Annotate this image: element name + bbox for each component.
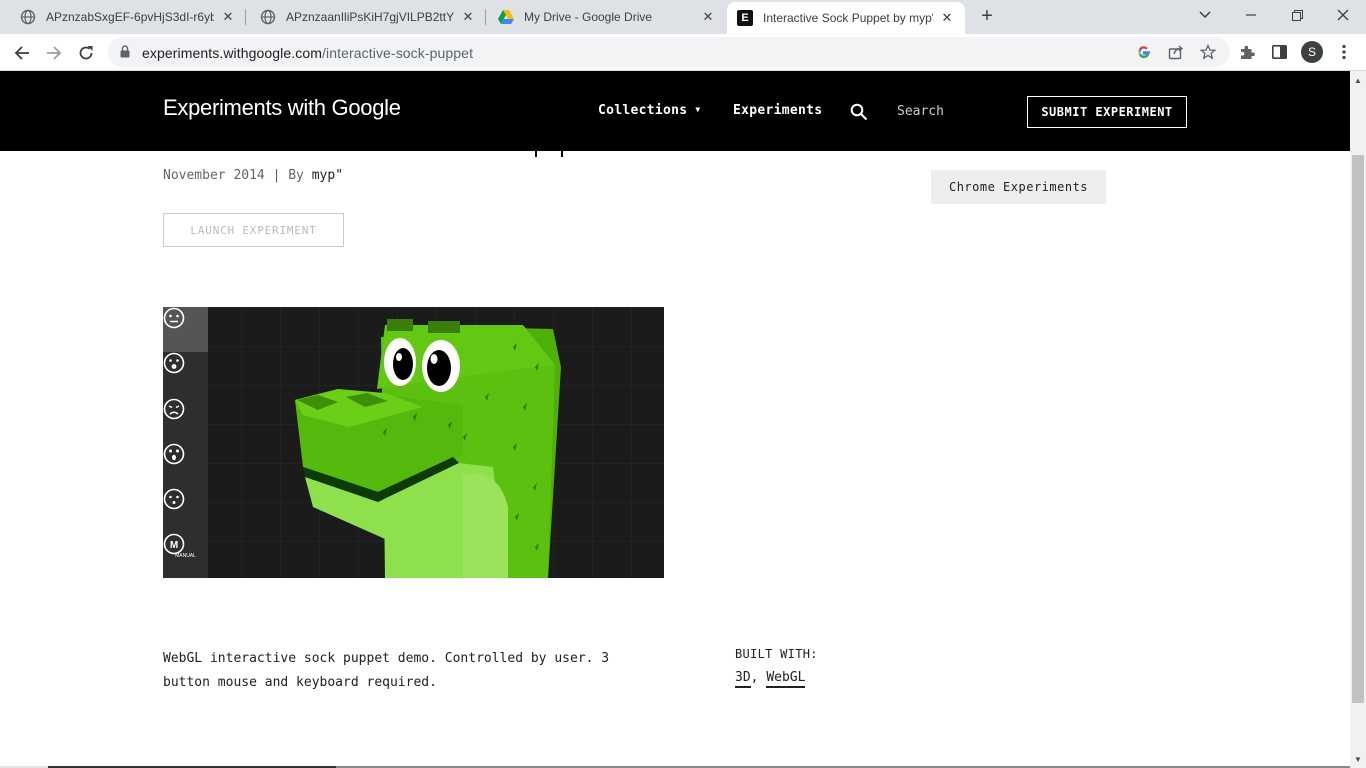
article-meta: November 2014 | By myp" <box>163 168 344 183</box>
page-viewport: Experiments with Google Collections ▼ Exp… <box>0 71 1350 768</box>
experiments-e-icon: E <box>737 10 753 26</box>
nav-collections[interactable]: Collections ▼ <box>598 103 701 118</box>
tab-title: Interactive Sock Puppet by myp" <box>763 11 933 25</box>
built-with-label: BUILT WITH: <box>735 647 818 661</box>
manual-mode-icon[interactable]: M MANUAL <box>163 533 208 578</box>
tab-strip: APznzabSxgEF-6pvHjS3dI-r6ybw7 ✕ APznzaan… <box>0 0 1366 34</box>
back-arrow-icon[interactable] <box>8 39 36 67</box>
tab-close-icon[interactable]: ✕ <box>460 9 476 25</box>
restore-icon[interactable] <box>1274 0 1320 30</box>
submit-experiment-button[interactable]: SUBMIT EXPERIMENT <box>1027 96 1187 128</box>
address-bar[interactable]: experiments.withgoogle.com/interactive-s… <box>108 37 1230 67</box>
site-header: Experiments with Google Collections ▼ Exp… <box>0 71 1350 151</box>
experiment-description: WebGL interactive sock puppet demo. Cont… <box>163 651 610 690</box>
browser-tab[interactable]: My Drive - Google Drive ✕ <box>486 0 726 34</box>
new-tab-button[interactable]: + <box>976 5 998 27</box>
expression-toolbar: M MANUAL <box>163 307 208 578</box>
lock-icon[interactable] <box>120 45 130 63</box>
bookmark-star-icon[interactable] <box>1200 44 1216 60</box>
google-g-icon[interactable] <box>1136 44 1152 60</box>
url-text: experiments.withgoogle.com/interactive-s… <box>142 45 474 61</box>
tag-link-webgl[interactable]: WebGL <box>766 670 806 688</box>
neutral-face-icon[interactable] <box>163 307 208 352</box>
sock-puppet-illustration <box>163 307 664 578</box>
google-drive-icon <box>498 9 514 25</box>
shocked-face-icon[interactable] <box>163 443 208 488</box>
sad-face-icon[interactable] <box>163 398 208 443</box>
site-logo[interactable]: Experiments with Google <box>163 95 401 121</box>
minimize-icon[interactable] <box>1228 0 1274 30</box>
tab-close-icon[interactable]: ✕ <box>220 9 236 25</box>
extensions-puzzle-icon[interactable] <box>1238 43 1256 61</box>
tab-title: APznzabSxgEF-6pvHjS3dI-r6ybw7 <box>46 10 214 24</box>
search-input[interactable]: Search <box>897 104 944 119</box>
svg-text:M: M <box>170 540 178 551</box>
experiment-preview-image[interactable]: M MANUAL <box>163 307 664 578</box>
clipped-title-fragment <box>535 151 565 157</box>
tab-search-chevron-icon[interactable] <box>1182 0 1228 30</box>
tag-link-3d[interactable]: 3D <box>735 670 751 688</box>
browser-tab[interactable]: APznzabSxgEF-6pvHjS3dI-r6ybw7 ✕ <box>0 0 246 34</box>
globe-icon <box>20 9 36 25</box>
browser-toolbar: experiments.withgoogle.com/interactive-s… <box>0 34 1366 71</box>
share-icon[interactable] <box>1168 44 1184 60</box>
caret-down-icon: ▼ <box>695 105 701 114</box>
tab-title: APznzaanIliPsKiH7gjVILPB2ttYwd <box>286 10 454 24</box>
more-menu-icon[interactable] <box>1335 43 1353 61</box>
forward-arrow-icon[interactable] <box>40 39 68 67</box>
tab-close-icon[interactable]: ✕ <box>700 9 716 25</box>
whistle-face-icon[interactable] <box>163 488 208 533</box>
scroll-down-arrow-icon[interactable]: ▼ <box>1350 752 1366 766</box>
side-panel-icon[interactable] <box>1270 43 1288 61</box>
tab-close-icon[interactable]: ✕ <box>939 10 955 26</box>
publish-date: November 2014 <box>163 168 265 183</box>
globe-icon <box>260 9 276 25</box>
profile-avatar[interactable]: S <box>1301 41 1323 63</box>
launch-experiment-button[interactable]: LAUNCH EXPERIMENT <box>163 213 344 247</box>
scroll-up-arrow-icon[interactable]: ▲ <box>1350 73 1366 87</box>
browser-tab-active[interactable]: E Interactive Sock Puppet by myp" ✕ <box>727 2 965 34</box>
reload-icon[interactable] <box>72 39 100 67</box>
surprised-face-icon[interactable] <box>163 352 208 397</box>
scrollbar-thumb[interactable] <box>1352 155 1364 703</box>
close-window-icon[interactable] <box>1320 0 1366 30</box>
author-link[interactable]: myp" <box>312 168 343 183</box>
built-with-links: 3D, WebGL <box>735 670 806 688</box>
browser-tab[interactable]: APznzaanIliPsKiH7gjVILPB2ttYwd ✕ <box>246 0 486 34</box>
search-icon[interactable] <box>850 103 868 121</box>
collection-tag[interactable]: Chrome Experiments <box>931 170 1106 204</box>
nav-experiments[interactable]: Experiments <box>733 103 822 118</box>
page-scrollbar[interactable]: ▲ ▼ <box>1350 71 1366 768</box>
tab-title: My Drive - Google Drive <box>524 10 653 24</box>
